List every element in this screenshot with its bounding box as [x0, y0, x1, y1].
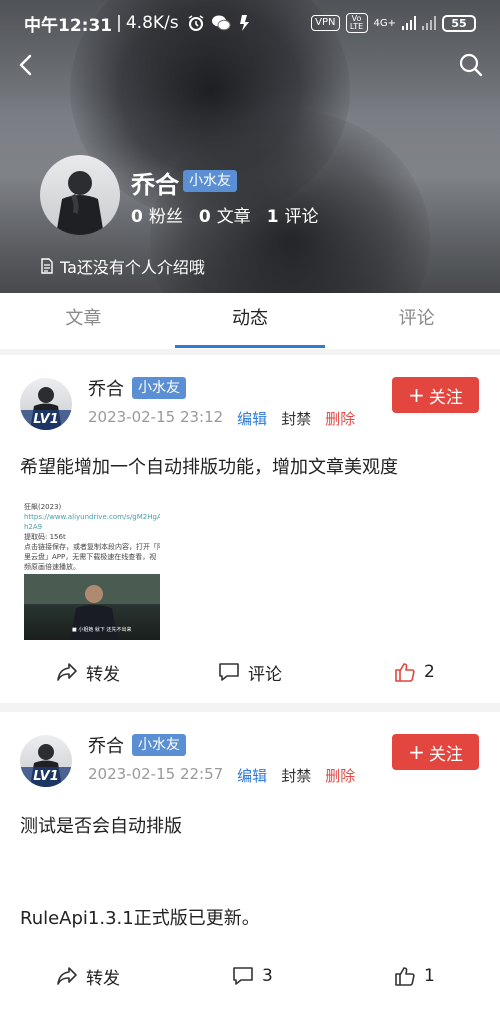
share-icon [57, 663, 77, 681]
volte-indicator: Vo LTE [345, 13, 368, 33]
like-count: 2 [424, 662, 435, 682]
post-actions: 转发 评论 2 [0, 652, 500, 692]
stat-label: 评论 [284, 207, 319, 227]
comment-label: 评论 [248, 664, 282, 685]
image-text-line: 里云盘」APP，无需下载极速在线查看，视 [24, 553, 157, 561]
feed-post: LV1 乔合 小水友 2023-02-15 23:12 编辑 封禁 删除 + 关… [0, 355, 500, 703]
like-count: 1 [424, 966, 435, 986]
follow-button[interactable]: + 关注 [392, 734, 479, 770]
person-silhouette-icon [56, 171, 104, 235]
stat-comments[interactable]: 1 评论 [267, 202, 319, 227]
share-label: 转发 [86, 664, 120, 685]
profile-page: 中午12:31 | 4.8K/s VPN Vo LTE 4G+ 55 乔合 小水… [0, 0, 500, 1018]
comment-count: 3 [262, 966, 273, 986]
delete-link[interactable]: 删除 [325, 765, 355, 786]
level-label: LV1 [20, 410, 72, 430]
post-author[interactable]: 乔合 [88, 375, 124, 401]
image-text-line: 提取码: 156t [24, 533, 66, 541]
stat-count: 0 [131, 207, 143, 227]
image-text-line: https://www.aliyundrive.com/s/gM2HgAB [24, 513, 160, 521]
profile-bio: Ta还没有个人介绍哦 [40, 254, 205, 278]
post-text: 希望能增加一个自动排版功能，增加文章美观度 [20, 457, 398, 478]
image-text-line: 频原画倍速播放。 [24, 563, 80, 571]
image-subtitle: ■ 小姐她 就下 还先不出来 [72, 627, 132, 633]
comment-button[interactable]: 3 [232, 956, 273, 996]
signal-strength-icon [422, 16, 436, 30]
user-level-badge: 小水友 [132, 734, 186, 756]
post-avatar[interactable]: LV1 [20, 378, 72, 430]
image-text-line: h2A9 [24, 523, 43, 531]
network-type: 4G+ [373, 17, 397, 29]
bio-text: Ta还没有个人介绍哦 [60, 258, 205, 277]
battery-indicator: 55 [442, 14, 476, 32]
image-photo: ■ 小姐她 就下 还先不出来 [24, 574, 160, 640]
share-icon [57, 967, 77, 985]
status-speed: 4.8K/s [125, 13, 179, 33]
post-text: RuleApi1.3.1正式版已更新。 [20, 908, 260, 929]
comment-icon [219, 663, 239, 681]
image-text-line: 狂飙(2023) [24, 503, 62, 511]
follow-button[interactable]: + 关注 [392, 377, 479, 413]
search-icon[interactable] [458, 52, 484, 78]
profile-stats: 0 粉丝 0 文章 1 评论 [131, 202, 319, 227]
stat-label: 文章 [216, 207, 251, 227]
post-date: 2023-02-15 23:12 [88, 408, 224, 426]
feed-post: LV1 乔合 小水友 2023-02-15 22:57 编辑 封禁 删除 + 关… [0, 712, 500, 1018]
ban-link[interactable]: 封禁 [281, 408, 311, 429]
status-separator: | [116, 13, 122, 33]
wechat-icon [211, 15, 231, 31]
back-icon[interactable] [14, 52, 40, 78]
profile-header: 中午12:31 | 4.8K/s VPN Vo LTE 4G+ 55 乔合 小水… [0, 0, 500, 293]
tab-articles[interactable]: 文章 [0, 293, 167, 349]
status-time: 中午12:31 [24, 15, 113, 36]
stat-fans[interactable]: 0 粉丝 [131, 202, 183, 227]
plus-icon: + [408, 383, 425, 407]
stat-label: 粉丝 [148, 207, 183, 227]
share-button[interactable]: 转发 [56, 956, 120, 996]
stat-articles[interactable]: 0 文章 [199, 202, 251, 227]
post-image[interactable]: 狂飙(2023) https://www.aliyundrive.com/s/g… [24, 492, 160, 640]
plus-icon: + [408, 740, 425, 764]
status-right-icons: VPN Vo LTE 4G+ 55 [311, 13, 476, 33]
like-button[interactable]: 2 [394, 652, 435, 692]
tab-comments[interactable]: 评论 [333, 293, 500, 349]
status-notification-icons [187, 14, 251, 32]
stat-count: 1 [266, 207, 279, 227]
image-text-line: 点击链接保存，或者复制本段内容，打开「阿 [24, 543, 160, 551]
alarm-icon [188, 15, 204, 31]
like-button[interactable]: 1 [394, 956, 435, 996]
share-label: 转发 [86, 968, 120, 989]
comment-icon [233, 967, 253, 985]
post-avatar[interactable]: LV1 [20, 735, 72, 787]
vpn-indicator: VPN [311, 15, 340, 31]
stat-count: 0 [198, 207, 211, 227]
post-author[interactable]: 乔合 [88, 732, 124, 758]
delete-link[interactable]: 删除 [325, 408, 355, 429]
document-icon [41, 258, 53, 274]
profile-name: 乔合 [131, 171, 179, 199]
post-date: 2023-02-15 22:57 [88, 765, 224, 783]
profile-avatar[interactable] [40, 155, 120, 235]
status-bar: 中午12:31 | 4.8K/s VPN Vo LTE 4G+ 55 [0, 0, 500, 46]
share-button[interactable]: 转发 [56, 652, 120, 692]
user-level-badge: 小水友 [132, 377, 186, 399]
ban-link[interactable]: 封禁 [281, 765, 311, 786]
follow-label: 关注 [428, 744, 463, 765]
post-meta: 2023-02-15 22:57 编辑 封禁 删除 [88, 765, 355, 786]
post-actions: 转发 3 1 [0, 956, 500, 996]
app-notification-icon [239, 15, 249, 31]
thumbs-up-icon [395, 967, 415, 986]
tab-activity[interactable]: 动态 [167, 293, 334, 349]
profile-tabs: 文章 动态 评论 [0, 293, 500, 349]
thumbs-up-icon [395, 663, 415, 682]
follow-label: 关注 [428, 387, 463, 408]
comment-button[interactable]: 评论 [218, 652, 282, 692]
level-label: LV1 [20, 767, 72, 787]
edit-link[interactable]: 编辑 [237, 408, 267, 429]
post-text: 测试是否会自动排版 [20, 816, 182, 837]
user-level-badge: 小水友 [183, 170, 237, 192]
post-meta: 2023-02-15 23:12 编辑 封禁 删除 [88, 408, 355, 429]
edit-link[interactable]: 编辑 [237, 765, 267, 786]
signal-strength-icon [402, 16, 416, 30]
